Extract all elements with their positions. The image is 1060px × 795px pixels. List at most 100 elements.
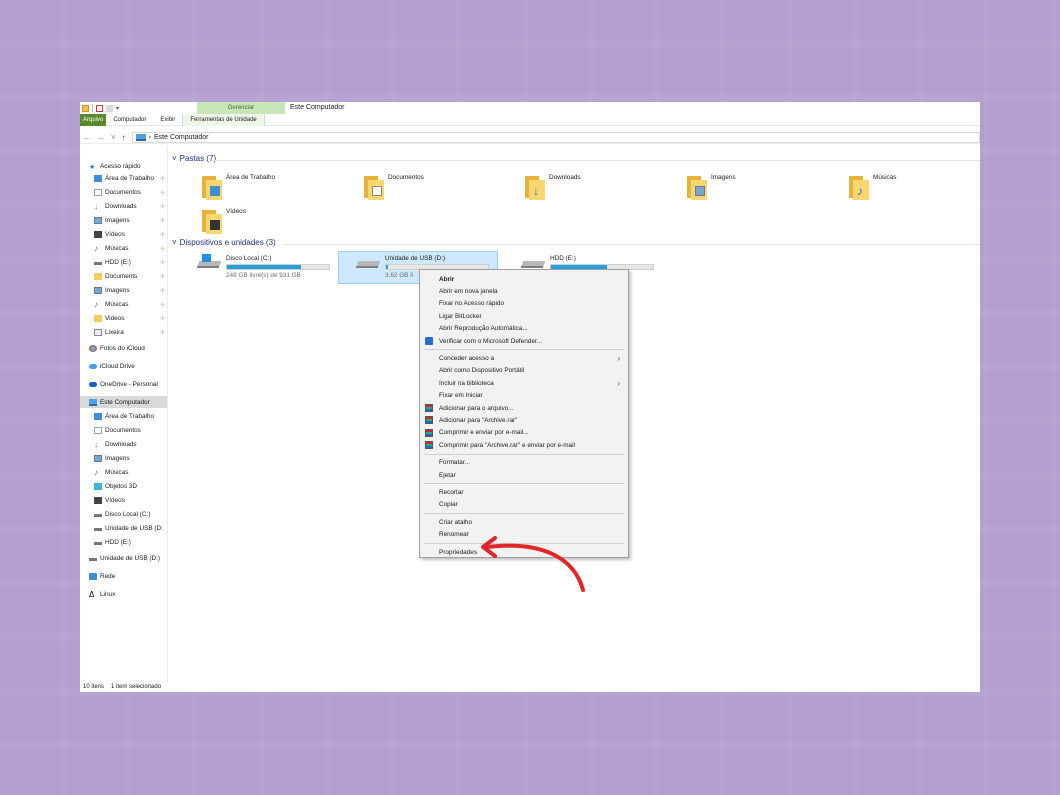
folder-desktop[interactable]: Área de Trabalho — [202, 174, 275, 200]
up-arrow-icon[interactable]: ↑ — [122, 133, 126, 142]
sidebar-item[interactable]: Rede — [80, 570, 167, 582]
folder-pictures[interactable]: Imagens — [687, 174, 736, 200]
new-folder-icon[interactable] — [106, 104, 113, 112]
folder-videos[interactable]: Vídeos — [202, 208, 246, 234]
pin-icon: ⊹ — [159, 315, 165, 322]
menu-item[interactable]: Recortar — [420, 486, 628, 498]
menu-item[interactable]: Adicionar para "Archive.rar" — [420, 414, 628, 426]
section-divider — [284, 244, 980, 245]
selection-count: 1 item selecionado — [111, 684, 162, 690]
sidebar-item-label: Músicas — [105, 244, 129, 252]
address-input[interactable]: › Este Computador — [131, 131, 980, 143]
star-icon: ★ — [89, 163, 96, 171]
sidebar-item[interactable]: ↓ Downloads — [80, 438, 167, 450]
menu-item[interactable]: Abrir como Dispositivo Portátil — [420, 365, 628, 377]
sidebar-item[interactable]: Documents ⊹ — [80, 270, 167, 282]
sidebar-item[interactable]: Vídeos ⊹ — [80, 228, 167, 240]
sidebar-item[interactable]: iCloud Drive — [80, 360, 167, 372]
sidebar-item[interactable]: Δ Linux — [80, 588, 167, 600]
folder-downloads[interactable]: ↓ Downloads — [525, 174, 581, 200]
forward-arrow-icon[interactable]: → — [97, 133, 105, 142]
sidebar-item[interactable]: Vídeos — [80, 494, 167, 506]
winrar-icon — [425, 416, 433, 425]
quick-access-toolbar: ▾ — [80, 102, 119, 114]
menu-item[interactable]: Copiar — [420, 499, 628, 511]
drive-c[interactable]: Disco Local (C:) 248 GB livre(s) de 931 … — [196, 252, 354, 284]
menu-item[interactable]: Criar atalho — [420, 516, 628, 528]
sidebar-item[interactable]: Fotos do iCloud — [80, 342, 167, 354]
sidebar-item[interactable]: ♪ Músicas — [80, 466, 167, 478]
winrar-icon — [425, 441, 433, 450]
menu-item[interactable]: Abrir em nova janela — [420, 285, 628, 297]
folders-section-header[interactable]: ˅ Pastas (7) — [172, 154, 216, 163]
sidebar-item[interactable]: Objetos 3D — [80, 480, 167, 492]
ribbon-tabs: Arquivo Computador Exibir Ferramentas de… — [80, 113, 980, 126]
sidebar-item[interactable]: Imagens ⊹ — [80, 214, 167, 226]
menu-item[interactable]: Ejetar — [420, 469, 628, 481]
breadcrumb[interactable]: Este Computador — [154, 134, 208, 141]
sidebar-item-label: Imagens — [105, 454, 130, 462]
sidebar-item[interactable]: ↓ Downloads ⊹ — [80, 200, 167, 212]
menu-item[interactable]: Formatar... — [420, 457, 628, 469]
properties-icon[interactable] — [96, 104, 103, 112]
sidebar-item[interactable]: ★ Acesso rápido — [80, 160, 167, 172]
submenu-arrow-icon: › — [617, 378, 620, 388]
menu-item-label: Fixar em Iniciar — [439, 392, 483, 400]
sidebar-item[interactable]: ♪ Músicas ⊹ — [80, 298, 167, 310]
menu-item[interactable]: Abrir — [420, 273, 628, 285]
sidebar-item[interactable]: Documentos ⊹ — [80, 186, 167, 198]
window-title: Este Computador — [290, 104, 345, 111]
drive-icon — [94, 513, 102, 517]
recent-chevron-icon[interactable]: ˅ — [111, 133, 116, 142]
tab-file[interactable]: Arquivo — [80, 113, 107, 126]
drives-section-header[interactable]: ˅ Dispositivos e unidades (3) — [172, 238, 276, 247]
sidebar-item[interactable]: Imagens ⊹ — [80, 284, 167, 296]
sidebar-item[interactable]: Videos ⊹ — [80, 312, 167, 324]
sidebar-item[interactable]: Área de Trabalho ⊹ — [80, 172, 167, 184]
menu-item[interactable]: Conceder acesso a › — [420, 352, 628, 364]
sidebar-item-label: Fotos do iCloud — [100, 344, 145, 352]
customize-dropdown-icon[interactable]: ▾ — [116, 105, 119, 112]
back-arrow-icon[interactable]: ← — [83, 133, 91, 142]
sidebar-item[interactable]: Disco Local (C:) — [80, 508, 167, 520]
menu-item[interactable]: Incluir na biblioteca › — [420, 377, 628, 389]
sidebar-item-label: Vídeos — [105, 496, 125, 504]
menu-item[interactable]: Fixar em Iniciar — [420, 390, 628, 402]
sidebar-item-label: Lixeira — [105, 328, 124, 336]
folder-label: Imagens — [711, 174, 736, 181]
menu-item[interactable]: Comprimir e enviar por e-mail... — [420, 427, 628, 439]
document-icon — [94, 426, 102, 434]
menu-item[interactable]: Comprimir para "Archive.rar" e enviar po… — [420, 439, 628, 451]
tab-computer[interactable]: Computador — [106, 114, 153, 126]
sidebar-item[interactable]: ♪ Músicas ⊹ — [80, 242, 167, 254]
folder-documents[interactable]: Documentos — [364, 174, 424, 200]
sidebar-item[interactable]: Lixeira ⊹ — [80, 326, 167, 338]
folder-icon[interactable] — [82, 104, 89, 112]
menu-item[interactable]: Abrir Reprodução Automática... — [420, 323, 628, 335]
sidebar-item-label: Linux — [100, 590, 116, 598]
pin-icon: ⊹ — [159, 287, 165, 294]
menu-item[interactable]: Ligar BitLocker — [420, 310, 628, 322]
toolbar-divider — [92, 104, 93, 112]
annotation-arrow — [481, 536, 585, 592]
drive-usage-bar — [226, 264, 330, 270]
pin-icon: ⊹ — [159, 301, 165, 308]
sidebar-item[interactable]: Imagens — [80, 452, 167, 464]
sidebar-item[interactable]: Documentos — [80, 424, 167, 436]
tab-drive-tools[interactable]: Ferramentas de Unidade — [182, 113, 265, 126]
sidebar-item[interactable]: Unidade de USB (D: — [80, 522, 167, 534]
section-divider — [212, 160, 980, 161]
menu-item[interactable]: Adicionar para o arquivo... — [420, 402, 628, 414]
sidebar-item[interactable]: OneDrive - Personal — [80, 378, 167, 390]
sidebar-item-label: Documents — [105, 272, 138, 280]
menu-item[interactable]: Fixar no Acesso rápido — [420, 298, 628, 310]
menu-item[interactable]: Verificar com o Microsoft Defender... — [420, 335, 628, 347]
sidebar-item[interactable]: Área de Trabalho — [80, 410, 167, 422]
sidebar-item[interactable]: Unidade de USB (D:) — [80, 552, 167, 564]
folder-music[interactable]: ♪ Músicas — [849, 174, 896, 200]
tab-view[interactable]: Exibir — [153, 114, 182, 126]
sidebar-item[interactable]: HDD (E:) ⊹ — [80, 256, 167, 268]
menu-item-label: Adicionar para "Archive.rar" — [439, 416, 518, 424]
sidebar-item[interactable]: HDD (E:) — [80, 536, 167, 548]
sidebar-item[interactable]: Este Computador — [80, 396, 167, 408]
